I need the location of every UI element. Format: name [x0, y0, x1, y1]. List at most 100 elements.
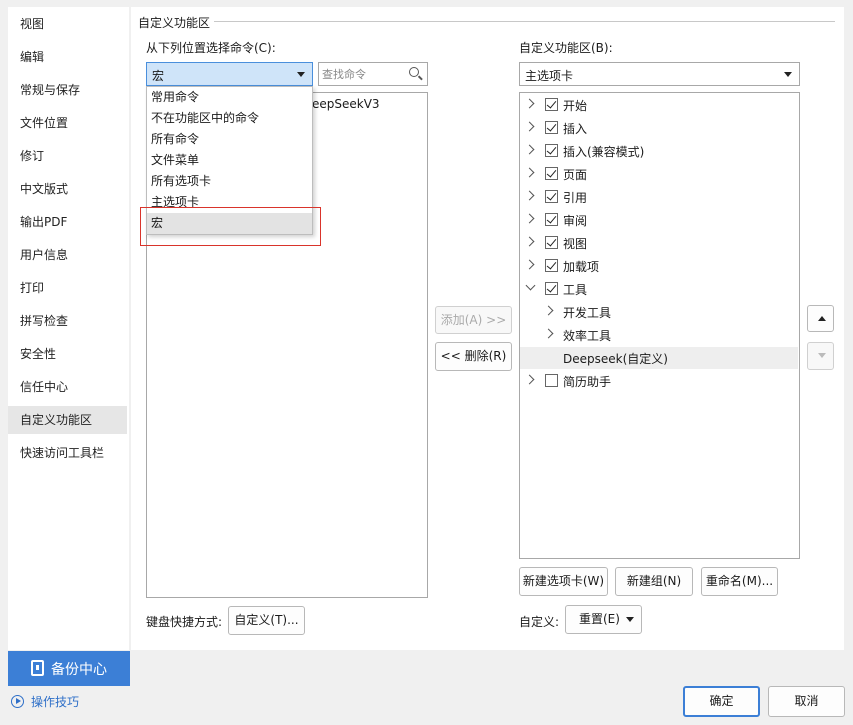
ribbon-tabs-combo[interactable]: 主选项卡	[519, 62, 800, 86]
chevron-down-icon	[297, 72, 305, 77]
sidebar-item-export-pdf[interactable]: 输出PDF	[8, 208, 127, 236]
chevron-right-icon[interactable]	[524, 236, 535, 247]
ribbon-tabs-value: 主选项卡	[525, 69, 574, 83]
sidebar-item-general-save[interactable]: 常规与保存	[8, 76, 127, 104]
chevron-right-icon[interactable]	[543, 328, 554, 339]
tree-checkbox[interactable]	[545, 144, 558, 157]
chevron-right-icon[interactable]	[524, 213, 535, 224]
chevron-right-icon[interactable]	[524, 98, 535, 109]
sidebar-item-revision[interactable]: 修订	[8, 142, 127, 170]
tree-item-label: 插入(兼容模式)	[563, 145, 645, 159]
tree-item-label: 加载项	[563, 260, 600, 274]
dropdown-option-commands-not-in-ribbon[interactable]: 不在功能区中的命令	[147, 108, 312, 129]
move-down-button[interactable]	[807, 342, 834, 370]
choose-commands-label: 从下列位置选择命令(C):	[146, 41, 276, 55]
sidebar-item-chinese-layout[interactable]: 中文版式	[8, 175, 127, 203]
tree-item-view[interactable]: 视图	[520, 232, 798, 254]
backup-center-label: 备份中心	[51, 662, 107, 678]
play-circle-icon	[11, 695, 24, 708]
dropdown-option-common-commands[interactable]: 常用命令	[147, 87, 312, 108]
backup-center-button[interactable]: 备份中心	[8, 651, 130, 686]
sidebar-item-view[interactable]: 视图	[8, 10, 127, 38]
tree-item-page[interactable]: 页面	[520, 163, 798, 185]
dropdown-option-all-tabs[interactable]: 所有选项卡	[147, 171, 312, 192]
dropdown-option-file-menu[interactable]: 文件菜单	[147, 150, 312, 171]
reset-button-label: 重置(E)	[579, 612, 620, 626]
tree-item-references[interactable]: 引用	[520, 186, 798, 208]
choose-commands-combo[interactable]: 宏	[146, 62, 313, 86]
sidebar-item-print[interactable]: 打印	[8, 274, 127, 302]
tree-item-resume-assistant[interactable]: 简历助手	[520, 370, 798, 392]
tree-item-label: Deepseek(自定义)	[563, 352, 668, 366]
choose-commands-value: 宏	[152, 69, 165, 83]
tree-item-label: 开发工具	[563, 306, 612, 320]
cancel-button[interactable]: 取消	[768, 686, 845, 717]
move-up-button[interactable]	[807, 305, 834, 332]
sidebar-item-trust-center[interactable]: 信任中心	[8, 373, 127, 401]
chevron-down-icon[interactable]	[525, 280, 536, 291]
tree-checkbox[interactable]	[545, 98, 558, 111]
sidebar-item-edit[interactable]: 编辑	[8, 43, 127, 71]
tree-item-label: 引用	[563, 191, 588, 205]
tree-item-deepseek-custom[interactable]: Deepseek(自定义)	[520, 347, 798, 369]
tree-item-label: 审阅	[563, 214, 588, 228]
sidebar-item-file-location[interactable]: 文件位置	[8, 109, 127, 137]
section-title: 自定义功能区	[138, 14, 215, 31]
customize-ribbon-label: 自定义功能区(B):	[519, 41, 613, 55]
tree-checkbox[interactable]	[545, 213, 558, 226]
triangle-down-icon	[818, 353, 826, 358]
tree-item-insert[interactable]: 插入	[520, 117, 798, 139]
chevron-down-icon[interactable]	[626, 617, 634, 622]
tree-item-label: 开始	[563, 99, 588, 113]
tree-item-label: 插入	[563, 122, 588, 136]
command-search-box[interactable]	[318, 62, 428, 86]
sidebar-item-quick-access-toolbar[interactable]: 快速访问工具栏	[8, 439, 127, 467]
new-group-button[interactable]: 新建组(N)	[615, 567, 693, 596]
tree-checkbox[interactable]	[545, 190, 558, 203]
triangle-up-icon	[818, 316, 826, 321]
ok-button[interactable]: 确定	[683, 686, 760, 717]
tree-item-start[interactable]: 开始	[520, 94, 798, 116]
remove-button[interactable]: << 删除(R)	[435, 342, 512, 371]
keyboard-shortcut-label: 键盘快捷方式:	[146, 615, 223, 629]
dropdown-option-all-commands[interactable]: 所有命令	[147, 129, 312, 150]
sidebar-item-customize-ribbon[interactable]: 自定义功能区	[8, 406, 127, 434]
tree-checkbox[interactable]	[545, 259, 558, 272]
sidebar-item-spell-check[interactable]: 拼写检查	[8, 307, 127, 335]
highlight-annotation-box	[140, 207, 321, 246]
tree-item-label: 页面	[563, 168, 588, 182]
tree-item-review[interactable]: 审阅	[520, 209, 798, 231]
tree-item-developer-tools[interactable]: 开发工具	[520, 301, 798, 323]
chevron-right-icon[interactable]	[524, 374, 535, 385]
sidebar-item-security[interactable]: 安全性	[8, 340, 127, 368]
chevron-right-icon[interactable]	[543, 305, 554, 316]
tree-checkbox[interactable]	[545, 282, 558, 295]
new-tab-button[interactable]: 新建选项卡(W)	[519, 567, 608, 596]
tips-label: 操作技巧	[31, 695, 80, 709]
command-list-item[interactable]: eepSeekV3	[312, 97, 380, 111]
customize-label: 自定义:	[519, 615, 560, 629]
chevron-right-icon[interactable]	[524, 121, 535, 132]
reset-split-button[interactable]: 重置(E)	[565, 605, 642, 634]
tree-item-add-ins[interactable]: 加载项	[520, 255, 798, 277]
chevron-right-icon[interactable]	[524, 259, 535, 270]
chevron-right-icon[interactable]	[524, 190, 535, 201]
add-button[interactable]: 添加(A) >>	[435, 306, 512, 334]
tree-checkbox[interactable]	[545, 374, 558, 387]
customize-shortcut-button[interactable]: 自定义(T)...	[228, 606, 305, 635]
sidebar-item-user-info[interactable]: 用户信息	[8, 241, 127, 269]
tree-item-label: 简历助手	[563, 375, 612, 389]
tree-item-insert-compat[interactable]: 插入(兼容模式)	[520, 140, 798, 162]
chevron-down-icon	[784, 72, 792, 77]
tree-item-tools[interactable]: 工具	[520, 278, 798, 300]
tree-item-label: 工具	[563, 283, 588, 297]
chevron-right-icon[interactable]	[524, 167, 535, 178]
tree-checkbox[interactable]	[545, 236, 558, 249]
command-search-input[interactable]	[320, 65, 406, 83]
tree-item-label: 视图	[563, 237, 588, 251]
rename-button[interactable]: 重命名(M)...	[701, 567, 778, 596]
tree-item-efficiency-tools[interactable]: 效率工具	[520, 324, 798, 346]
tree-checkbox[interactable]	[545, 167, 558, 180]
chevron-right-icon[interactable]	[524, 144, 535, 155]
tree-checkbox[interactable]	[545, 121, 558, 134]
